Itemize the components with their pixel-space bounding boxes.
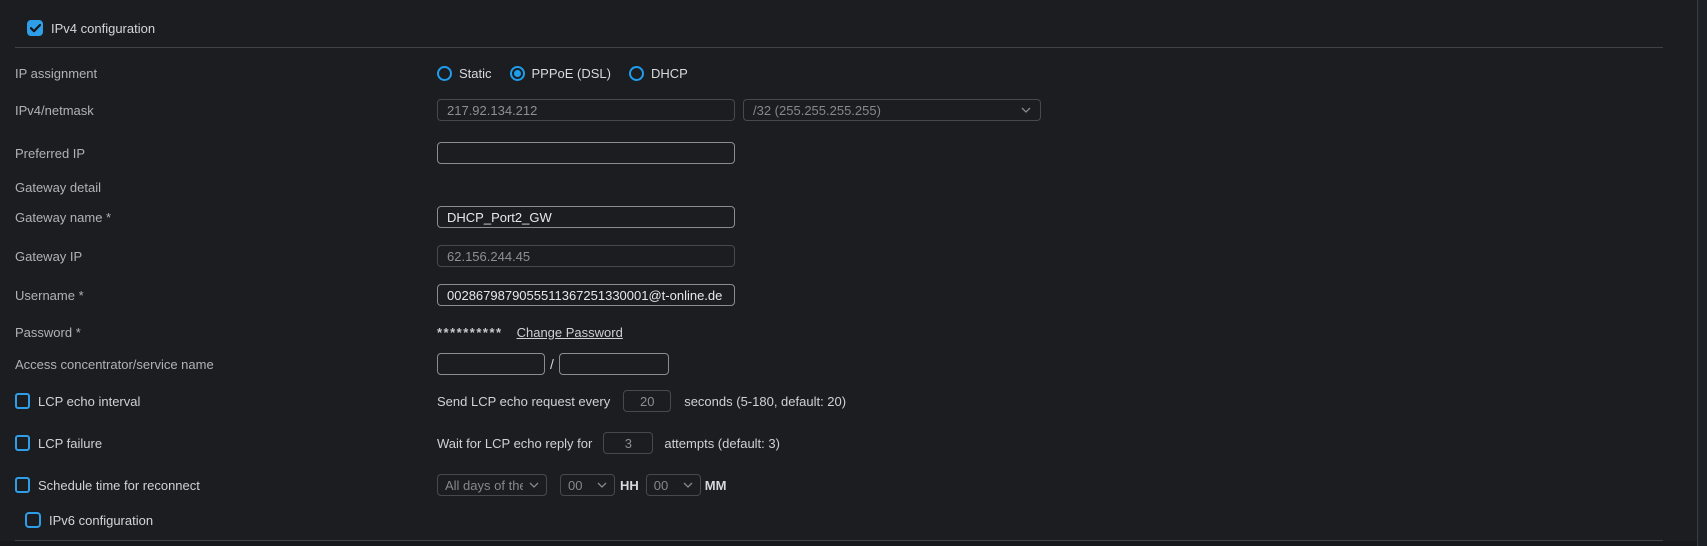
chevron-down-icon [597, 482, 607, 488]
radio-static-label: Static [459, 66, 492, 81]
row-username: Username * [15, 283, 1647, 307]
row-gateway-name: Gateway name * [15, 205, 1647, 229]
row-lcp-echo-interval: LCP echo interval Send LCP echo request … [15, 389, 1647, 413]
schedule-hh-value: 00 [568, 478, 582, 493]
preferred-ip-label: Preferred IP [15, 146, 437, 161]
netmask-select-value: /32 (255.255.255.255) [753, 103, 881, 118]
ipv6-configuration-checkbox[interactable] [25, 512, 41, 528]
row-ipv6-configuration: IPv6 configuration [25, 508, 1647, 532]
radio-selected-icon [510, 66, 525, 81]
gateway-name-input[interactable] [437, 206, 735, 228]
ipv4-configuration-label: IPv4 configuration [51, 21, 155, 36]
row-lcp-failure: LCP failure Wait for LCP echo reply for … [15, 431, 1647, 455]
section-header-ipv4: IPv4 configuration [27, 16, 1647, 40]
gateway-name-label: Gateway name * [15, 210, 437, 225]
row-ip-assignment: IP assignment Static PPPoE (DSL) DHCP [15, 61, 1647, 85]
access-concentrator-label: Access concentrator/service name [15, 357, 437, 372]
ip-assignment-radio-group: Static PPPoE (DSL) DHCP [437, 66, 688, 81]
row-ipv4-netmask: IPv4/netmask /32 (255.255.255.255) [15, 98, 1647, 122]
lcp-echo-text-before: Send LCP echo request every [437, 394, 610, 409]
slash-separator: / [550, 356, 554, 372]
row-gateway-ip: Gateway IP [15, 244, 1647, 268]
radio-static[interactable]: Static [437, 66, 492, 81]
chevron-down-icon [529, 482, 539, 488]
chevron-down-icon [683, 482, 693, 488]
mm-unit-label: MM [705, 478, 727, 493]
gateway-ip-label: Gateway IP [15, 249, 437, 264]
ip-assignment-label: IP assignment [15, 66, 437, 81]
schedule-day-value: All days of the w [445, 478, 523, 493]
row-preferred-ip: Preferred IP [15, 141, 1647, 165]
lcp-echo-interval-checkbox[interactable] [15, 393, 30, 409]
lcp-failure-text-after: attempts (default: 3) [664, 436, 780, 451]
row-schedule-reconnect: Schedule time for reconnect All days of … [15, 473, 1647, 497]
ipv4-netmask-label: IPv4/netmask [15, 103, 437, 118]
radio-unselected-icon [629, 66, 644, 81]
section-divider-top [15, 47, 1663, 48]
gateway-detail-label: Gateway detail [15, 180, 437, 195]
lcp-failure-attempts-input [603, 432, 653, 454]
lcp-echo-interval-label: LCP echo interval [38, 394, 140, 409]
schedule-day-select: All days of the w [437, 474, 547, 496]
schedule-mm-select: 00 [646, 474, 701, 496]
radio-dhcp-label: DHCP [651, 66, 688, 81]
radio-unselected-icon [437, 66, 452, 81]
chevron-down-icon [1021, 107, 1031, 113]
gateway-ip-input [437, 245, 735, 267]
username-label: Username * [15, 288, 437, 303]
row-gateway-detail: Gateway detail [15, 175, 1647, 199]
schedule-reconnect-label: Schedule time for reconnect [38, 478, 200, 493]
netmask-select: /32 (255.255.255.255) [743, 99, 1041, 121]
schedule-hh-select: 00 [560, 474, 615, 496]
service-name-input[interactable] [559, 353, 669, 375]
ipv6-configuration-label: IPv6 configuration [49, 513, 153, 528]
ipv4-address-input [437, 99, 735, 121]
hh-unit-label: HH [620, 478, 639, 493]
lcp-failure-label: LCP failure [38, 436, 102, 451]
lcp-failure-checkbox[interactable] [15, 435, 30, 451]
radio-dhcp[interactable]: DHCP [629, 66, 688, 81]
radio-pppoe-dsl[interactable]: PPPoE (DSL) [510, 66, 611, 81]
schedule-mm-value: 00 [654, 478, 668, 493]
pppoe-interface-config-panel: IPv4 configuration IP assignment Static … [0, 0, 1707, 546]
lcp-failure-text-before: Wait for LCP echo reply for [437, 436, 592, 451]
section-bottom-strip [0, 541, 1698, 546]
access-concentrator-input[interactable] [437, 353, 545, 375]
schedule-reconnect-checkbox[interactable] [15, 477, 30, 493]
radio-pppoe-label: PPPoE (DSL) [532, 66, 611, 81]
scrollbar-track[interactable] [1697, 0, 1707, 546]
lcp-echo-seconds-input [623, 390, 671, 412]
password-label: Password * [15, 325, 437, 340]
masked-password-value: ********** [437, 325, 503, 340]
preferred-ip-input[interactable] [437, 142, 735, 164]
username-input[interactable] [437, 284, 735, 306]
row-access-concentrator: Access concentrator/service name / [15, 352, 1647, 376]
lcp-echo-text-after: seconds (5-180, default: 20) [684, 394, 846, 409]
ipv4-configuration-checkbox[interactable] [27, 20, 43, 36]
check-icon [30, 24, 41, 33]
change-password-link[interactable]: Change Password [517, 325, 623, 340]
row-password: Password * ********** Change Password [15, 320, 1647, 344]
